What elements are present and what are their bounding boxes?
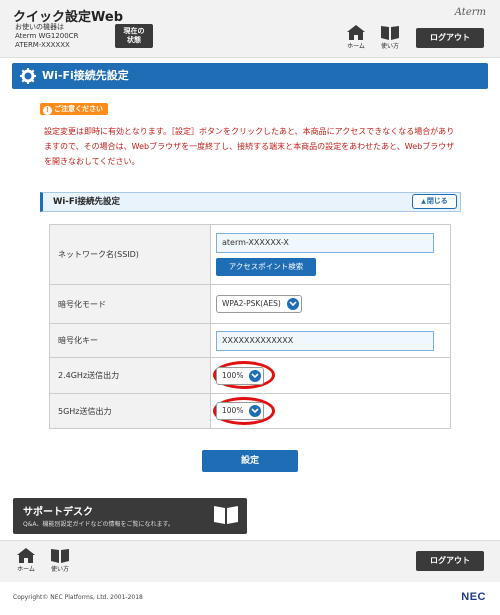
- footer-home-button[interactable]: ホーム: [14, 548, 38, 573]
- page-title: Wi-Fi接続先設定: [42, 69, 129, 82]
- ssid-label: ネットワーク名(SSID): [49, 224, 211, 285]
- chevron-up-icon: ▲: [421, 198, 426, 205]
- chevron-down-icon: [249, 405, 261, 417]
- notice-badge-label: ご注意ください: [54, 105, 103, 113]
- encryption-select[interactable]: WPA2-PSK(AES): [216, 295, 302, 313]
- power24-cell: 100%: [210, 357, 451, 394]
- set-button[interactable]: 設定: [202, 450, 298, 472]
- encryption-cell: WPA2-PSK(AES): [210, 284, 451, 324]
- ssid-cell: aterm-XXXXXX-X アクセスポイント検索: [210, 224, 451, 285]
- chevron-down-icon: [287, 298, 299, 310]
- gear-icon: [20, 68, 36, 84]
- chevron-down-icon: [249, 369, 261, 382]
- ssid-row: ネットワーク名(SSID) aterm-XXXXXX-X アクセスポイント検索: [49, 224, 451, 285]
- logout-button[interactable]: ログアウト: [416, 28, 484, 48]
- key-input[interactable]: XXXXXXXXXXXXX: [216, 330, 434, 351]
- support-description: Q&A、機能別設定ガイドなどの情報をご覧になれます。: [23, 521, 174, 528]
- device-ssid: ATERM-XXXXXX: [15, 41, 70, 49]
- device-info: お使いの機器は Aterm WG1200CR ATERM-XXXXXX: [15, 23, 78, 50]
- book-icon: [214, 506, 238, 524]
- settings-form: ネットワーク名(SSID) aterm-XXXXXX-X アクセスポイント検索 …: [49, 224, 451, 429]
- notice-text: 設定変更は即時に有効となります。［設定］ボタンをクリックしたあと、本商品にアクセ…: [44, 127, 455, 166]
- copyright: Copyright© NEC Platforms, Ltd. 2001-2018: [13, 594, 143, 601]
- settings-heading: Wi-Fi接続先設定 ▲閉じる: [40, 192, 461, 212]
- home-nav-label: ホーム: [347, 43, 365, 50]
- footer-logout-button[interactable]: ログアウト: [416, 551, 484, 571]
- key-label: 暗号化キー: [49, 323, 211, 358]
- settings-heading-label: Wi-Fi接続先設定: [53, 197, 121, 207]
- header: クイック設定Web お使いの機器は Aterm WG1200CR ATERM-X…: [0, 0, 500, 58]
- power5-label: 5GHz送信出力: [49, 393, 211, 429]
- encryption-row: 暗号化モード WPA2-PSK(AES): [49, 284, 451, 324]
- help-nav-button[interactable]: 使い方: [378, 25, 402, 50]
- encryption-label: 暗号化モード: [49, 284, 211, 324]
- exclamation-icon: !: [43, 106, 52, 115]
- power5-cell: 100%: [210, 393, 451, 429]
- device-label: お使いの機器は: [15, 23, 64, 31]
- current-status-button[interactable]: 現在の 状態: [115, 24, 153, 48]
- book-icon: [51, 549, 69, 563]
- nec-logo: NEC: [461, 591, 486, 603]
- footer-help-button[interactable]: 使い方: [48, 548, 72, 573]
- key-cell: XXXXXXXXXXXXX: [210, 323, 451, 358]
- page-title-bar: Wi-Fi接続先設定: [12, 63, 488, 89]
- support-desk-button[interactable]: サポートデスク Q&A、機能別設定ガイドなどの情報をご覧になれます。: [13, 498, 247, 534]
- footer-bar: ホーム 使い方 ログアウト: [0, 540, 500, 582]
- footer-help-label: 使い方: [50, 566, 69, 573]
- device-model: Aterm WG1200CR: [15, 32, 79, 40]
- close-section-button[interactable]: ▲閉じる: [412, 194, 457, 209]
- help-nav-label: 使い方: [380, 43, 399, 50]
- notice-box: ! ご注意ください 設定変更は即時に有効となります。［設定］ボタンをクリックしたあ…: [40, 103, 461, 179]
- notice-badge: ! ご注意ください: [40, 103, 108, 115]
- power24-select[interactable]: 100%: [216, 366, 264, 385]
- power24-label: 2.4GHz送信出力: [49, 357, 211, 394]
- home-icon: [17, 548, 35, 563]
- home-icon: [347, 25, 365, 40]
- book-icon: [381, 26, 399, 40]
- footer-home-label: ホーム: [17, 566, 35, 573]
- ssid-input[interactable]: aterm-XXXXXX-X: [216, 233, 434, 253]
- key-row: 暗号化キー XXXXXXXXXXXXX: [49, 323, 451, 358]
- close-section-label: 閉じる: [426, 197, 448, 205]
- power24-row: 2.4GHz送信出力 100%: [49, 357, 451, 394]
- encryption-value: WPA2-PSK(AES): [222, 299, 281, 308]
- home-nav-button[interactable]: ホーム: [344, 25, 368, 50]
- power24-value: 100%: [222, 370, 244, 380]
- power5-row: 5GHz送信出力 100%: [49, 393, 451, 429]
- ap-search-button[interactable]: アクセスポイント検索: [216, 258, 316, 276]
- support-title: サポートデスク: [23, 507, 93, 518]
- aterm-logo: Aterm: [454, 7, 486, 18]
- power5-select[interactable]: 100%: [216, 402, 264, 420]
- power5-value: 100%: [222, 406, 244, 415]
